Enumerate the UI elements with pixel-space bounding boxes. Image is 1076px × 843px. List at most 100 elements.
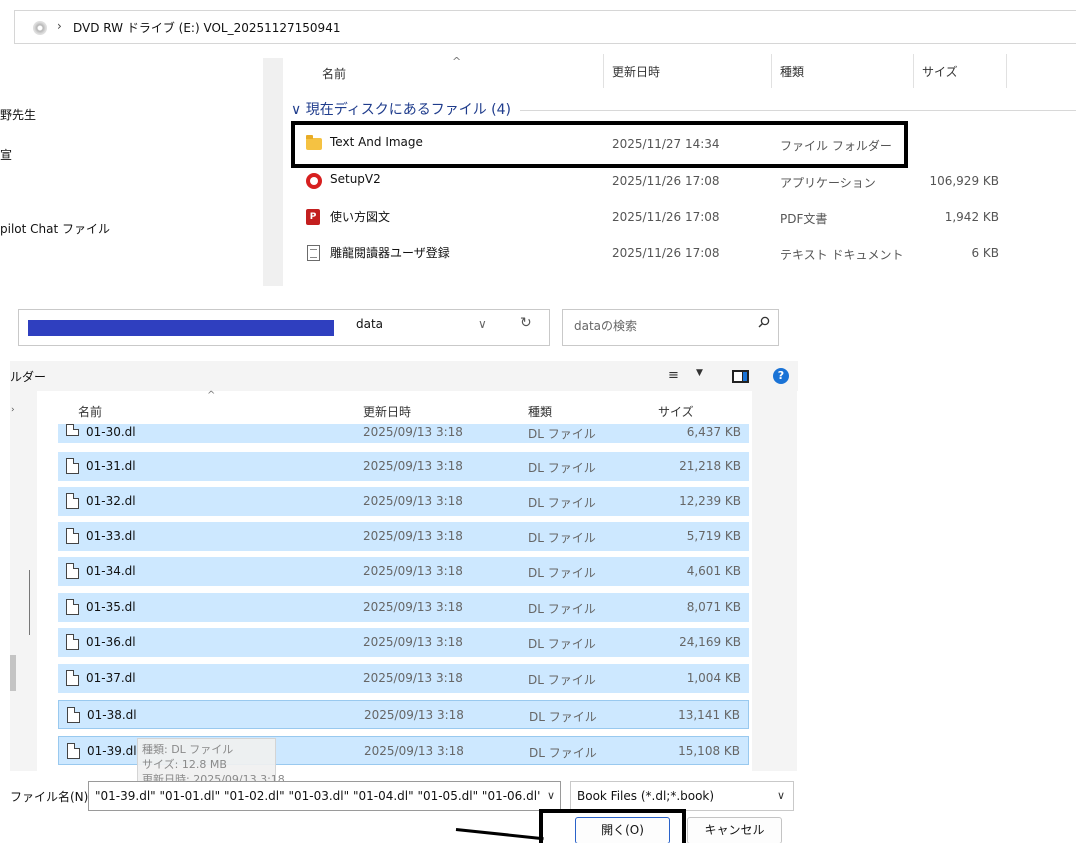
dialog-column-header-modified[interactable]: 更新日時	[363, 403, 411, 420]
file-type: DL ファイル	[528, 427, 596, 441]
dl-file-icon	[66, 493, 79, 509]
column-separator[interactable]	[603, 54, 604, 88]
preview-pane-icon[interactable]	[732, 370, 749, 383]
file-type: DL ファイル	[528, 496, 596, 510]
setup-app-icon	[306, 173, 322, 189]
annotation-pointer-line	[455, 828, 544, 841]
table-row[interactable]: 01-38.dl 2025/09/13 3:18 DL ファイル 13,141 …	[58, 700, 749, 729]
table-row[interactable]: 01-33.dl 2025/09/13 3:18 DL ファイル 5,719 K…	[58, 522, 749, 551]
sort-ascending-icon: ^	[207, 390, 216, 401]
dialog-path-current[interactable]: data	[356, 317, 383, 331]
file-type: DL ファイル	[529, 710, 597, 724]
new-folder-button[interactable]: ルダー	[10, 368, 46, 385]
file-row-user-registration[interactable]: 雕龍閱讀器ユーザ登録	[306, 241, 606, 265]
file-type: DL ファイル	[528, 566, 596, 580]
file-size: 24,169 KB	[679, 635, 741, 649]
list-scrollbar-track[interactable]	[752, 391, 797, 771]
file-name: 01-33.dl	[86, 529, 136, 543]
file-name: 使い方図文	[330, 210, 391, 224]
breadcrumb[interactable]: DVD RW ドライブ (E:) VOL_20251127150941	[73, 19, 340, 36]
file-type: DL ファイル	[528, 602, 596, 616]
file-row-manual-pdf[interactable]: P 使い方図文	[306, 205, 606, 229]
dialog-column-header-name[interactable]: 名前	[78, 403, 102, 420]
help-icon[interactable]: ?	[773, 368, 789, 384]
annotation-highlight-open-button	[539, 809, 686, 843]
column-header-type[interactable]: 種類	[780, 63, 804, 80]
nav-tree-line	[29, 570, 30, 635]
file-size: 1,942 KB	[944, 210, 999, 224]
dl-file-icon	[66, 458, 79, 474]
chevron-down-icon[interactable]: ∨	[777, 789, 785, 802]
table-row[interactable]: 01-34.dl 2025/09/13 3:18 DL ファイル 4,601 K…	[58, 557, 749, 586]
refresh-icon[interactable]: ↻	[520, 315, 532, 331]
search-placeholder: dataの検索	[574, 319, 638, 333]
file-name: SetupV2	[330, 172, 381, 186]
table-row[interactable]: 01-31.dl 2025/09/13 3:18 DL ファイル 21,218 …	[58, 452, 749, 481]
file-size: 6 KB	[971, 246, 999, 260]
filename-value: "01-39.dl" "01-01.dl" "01-02.dl" "01-03.…	[95, 789, 540, 803]
file-name: 01-35.dl	[86, 600, 136, 614]
dialog-toolbar	[10, 361, 798, 391]
chevron-down-icon[interactable]: ▼	[696, 368, 703, 378]
file-type: DL ファイル	[528, 637, 596, 651]
column-header-name[interactable]: 名前	[322, 65, 346, 82]
file-type: DL ファイル	[528, 673, 596, 687]
file-modified: 2025/09/13 3:18	[363, 459, 463, 473]
file-modified: 2025/11/26 17:08	[612, 246, 720, 260]
annotation-highlight-folder	[291, 121, 908, 168]
nav-scrollbar[interactable]	[10, 655, 16, 691]
dl-file-icon	[67, 743, 80, 759]
column-separator[interactable]	[913, 54, 914, 88]
file-type: DL ファイル	[529, 746, 597, 760]
dl-file-icon	[66, 528, 79, 544]
search-icon[interactable]	[758, 316, 770, 328]
column-header-size[interactable]: サイズ	[922, 63, 958, 80]
table-row[interactable]: 01-35.dl 2025/09/13 3:18 DL ファイル 8,071 K…	[58, 593, 749, 622]
file-size: 12,239 KB	[679, 494, 741, 508]
file-name: 01-32.dl	[86, 494, 136, 508]
chevron-down-icon[interactable]: ∨	[547, 789, 555, 802]
view-options-icon[interactable]: ≡	[668, 368, 679, 383]
file-name: 01-39.dl	[87, 744, 137, 758]
file-size: 21,218 KB	[679, 459, 741, 473]
dl-file-icon	[67, 707, 80, 723]
table-row[interactable]: 01-32.dl 2025/09/13 3:18 DL ファイル 12,239 …	[58, 487, 749, 516]
file-size: 5,719 KB	[686, 529, 741, 543]
chevron-down-icon[interactable]: ∨	[478, 317, 487, 331]
redacted-path	[28, 320, 334, 336]
chevron-right-icon[interactable]: ›	[11, 405, 15, 415]
file-type: DL ファイル	[528, 531, 596, 545]
filetype-select[interactable]: Book Files (*.dl;*.book) ∨	[570, 781, 794, 811]
dialog-column-header-size[interactable]: サイズ	[658, 403, 694, 420]
tooltip-type: 種類: DL ファイル	[142, 743, 234, 756]
column-header-modified[interactable]: 更新日時	[612, 63, 660, 80]
table-row[interactable]: 01-37.dl 2025/09/13 3:18 DL ファイル 1,004 K…	[58, 664, 749, 693]
table-row[interactable]: 01-30.dl 2025/09/13 3:18 DL ファイル 6,437 K…	[58, 424, 749, 443]
file-group-header[interactable]: ∨ 現在ディスクにあるファイル (4)	[291, 99, 511, 119]
file-modified: 2025/11/26 17:08	[612, 174, 720, 188]
address-bar[interactable]: › DVD RW ドライブ (E:) VOL_20251127150941	[14, 10, 1076, 44]
file-size: 8,071 KB	[686, 600, 741, 614]
nav-item-copilot-chat-files[interactable]: pilot Chat ファイル	[0, 220, 110, 237]
table-row[interactable]: 01-36.dl 2025/09/13 3:18 DL ファイル 24,169 …	[58, 628, 749, 657]
filetype-value: Book Files (*.dl;*.book)	[577, 789, 715, 803]
file-name: 01-36.dl	[86, 635, 136, 649]
file-size: 4,601 KB	[686, 564, 741, 578]
file-name: 01-31.dl	[86, 459, 136, 473]
nav-item-teacher[interactable]: 野先生	[0, 106, 36, 123]
file-name: 01-34.dl	[86, 564, 136, 578]
file-name: 01-30.dl	[86, 425, 136, 439]
column-separator[interactable]	[771, 54, 772, 88]
breadcrumb-chevron-icon[interactable]: ›	[57, 19, 62, 33]
file-size: 1,004 KB	[686, 671, 741, 685]
filename-input[interactable]: "01-39.dl" "01-01.dl" "01-02.dl" "01-03.…	[88, 781, 561, 811]
file-name: 雕龍閱讀器ユーザ登録	[330, 246, 450, 260]
cancel-button[interactable]: キャンセル	[687, 817, 782, 843]
dialog-column-header-type[interactable]: 種類	[528, 403, 552, 420]
file-modified: 2025/09/13 3:18	[363, 494, 463, 508]
file-type: アプリケーション	[780, 176, 876, 190]
nav-pane-divider[interactable]	[263, 58, 283, 286]
nav-item-2[interactable]: 宣	[0, 146, 12, 163]
column-separator[interactable]	[1006, 54, 1007, 88]
file-row-setupv2[interactable]: SetupV2	[306, 169, 606, 193]
